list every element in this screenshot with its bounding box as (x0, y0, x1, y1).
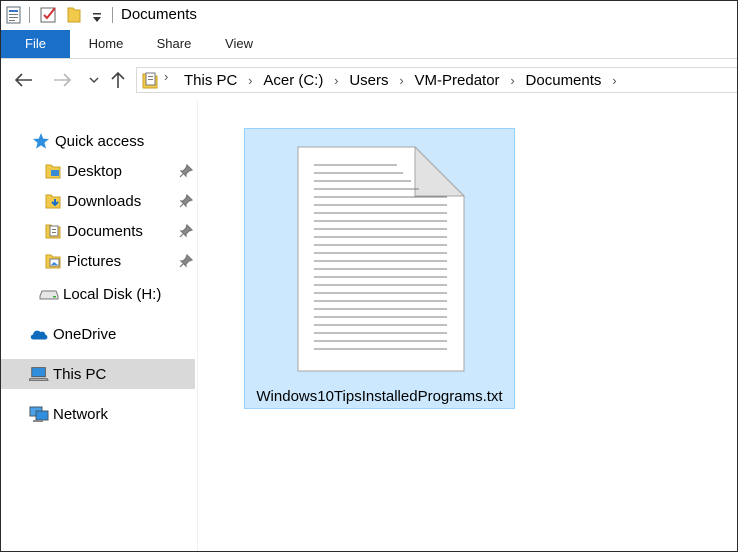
documents-folder-icon (43, 221, 63, 241)
breadcrumb-this-pc[interactable]: This PC (182, 72, 239, 89)
checkmark-properties-icon[interactable] (40, 6, 58, 29)
text-document-icon (297, 145, 466, 377)
sidebar-item-documents[interactable]: Documents (43, 216, 194, 246)
new-folder-icon[interactable] (67, 6, 81, 29)
sidebar-item-downloads[interactable]: Downloads (43, 186, 194, 216)
sidebar-item-local-disk-h[interactable]: Local Disk (H:) (39, 279, 161, 309)
ribbon-tabs: File Home Share View (1, 30, 737, 59)
sidebar-item-onedrive[interactable]: OneDrive (29, 319, 116, 349)
sidebar-item-quick-access[interactable]: Quick access (31, 126, 144, 156)
navigation-pane: Quick access Desktop Downloads Documents (1, 101, 198, 551)
breadcrumb: This PC › Acer (C:) › Users › VM-Predato… (182, 68, 625, 92)
navigation-bar: › This PC › Acer (C:) › Users › VM-Preda… (1, 59, 737, 100)
breadcrumb-chevron-icon[interactable]: › (607, 73, 621, 88)
breadcrumb-chevron-icon[interactable]: › (395, 73, 409, 88)
title-separator (112, 7, 113, 23)
drive-icon (39, 284, 59, 304)
desktop-folder-icon (43, 161, 63, 181)
breadcrumb-chevron-icon[interactable]: › (243, 73, 257, 88)
address-bar[interactable]: › This PC › Acer (C:) › Users › VM-Preda… (136, 67, 737, 94)
back-arrow-icon[interactable] (14, 70, 34, 90)
pictures-folder-icon (43, 251, 63, 271)
sidebar-item-label: This PC (53, 365, 107, 383)
file-name-label: Windows10TipsInstalledPrograms.txt (256, 388, 503, 405)
sidebar-item-desktop[interactable]: Desktop (43, 156, 194, 186)
sidebar-item-pictures[interactable]: Pictures (43, 246, 194, 276)
sidebar-item-label: Desktop (67, 162, 123, 180)
sidebar-item-label: Local Disk (H:) (63, 285, 162, 303)
sidebar-item-label: Network (53, 405, 109, 423)
address-root-chevron-icon[interactable]: › (164, 69, 168, 84)
file-list-pane: Windows10TipsInstalledPrograms.txt (198, 101, 737, 551)
star-icon (31, 131, 51, 151)
properties-icon[interactable] (6, 6, 22, 29)
tab-view[interactable]: View (216, 30, 262, 58)
recent-locations-chevron-icon[interactable] (84, 70, 104, 90)
sidebar-item-this-pc[interactable]: This PC (1, 359, 195, 389)
forward-arrow-icon[interactable] (52, 70, 72, 90)
explorer-window: Documents File Home Share View › This PC (0, 0, 738, 552)
file-item-selected[interactable]: Windows10TipsInstalledPrograms.txt (244, 128, 515, 409)
documents-location-icon (142, 71, 158, 94)
sidebar-item-label: Quick access (55, 132, 145, 150)
sidebar-item-label: Documents (67, 222, 143, 240)
cloud-icon (29, 324, 49, 344)
computer-icon (29, 364, 49, 384)
window-title: Documents (121, 6, 197, 23)
pin-icon[interactable] (179, 163, 194, 178)
pin-icon[interactable] (179, 253, 194, 268)
breadcrumb-acer-c[interactable]: Acer (C:) (261, 72, 325, 89)
customize-toolbar-dropdown-icon[interactable] (91, 10, 103, 28)
tab-share[interactable]: Share (149, 30, 199, 58)
pin-icon[interactable] (179, 193, 194, 208)
breadcrumb-chevron-icon[interactable]: › (329, 73, 343, 88)
sidebar-item-label: Downloads (67, 192, 142, 210)
title-bar: Documents (1, 1, 737, 30)
quick-access-separator (29, 7, 30, 23)
breadcrumb-vm-predator[interactable]: VM-Predator (413, 72, 502, 89)
sidebar-item-network[interactable]: Network (29, 399, 108, 429)
network-icon (29, 404, 49, 424)
tab-home[interactable]: Home (80, 30, 132, 58)
sidebar-item-label: OneDrive (53, 325, 117, 343)
downloads-folder-icon (43, 191, 63, 211)
tab-file[interactable]: File (1, 30, 70, 58)
breadcrumb-users[interactable]: Users (347, 72, 390, 89)
up-arrow-icon[interactable] (108, 70, 128, 90)
breadcrumb-documents[interactable]: Documents (524, 72, 604, 89)
pin-icon[interactable] (179, 223, 194, 238)
breadcrumb-chevron-icon[interactable]: › (506, 73, 520, 88)
sidebar-item-label: Pictures (67, 252, 122, 270)
